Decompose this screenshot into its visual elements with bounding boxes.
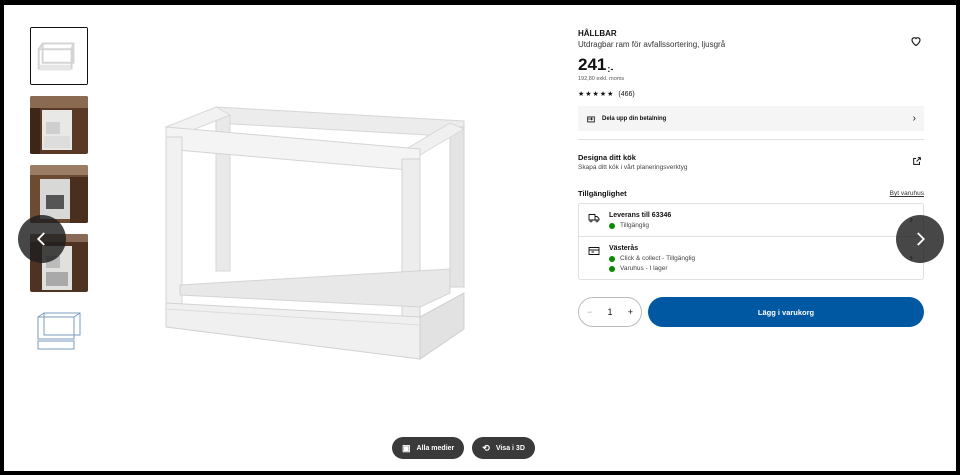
- product-price: 241:-: [578, 55, 614, 74]
- status-dot: [609, 255, 615, 262]
- quantity-stepper: − 1 +: [578, 297, 642, 327]
- delivery-row[interactable]: Leverans till 63346 Tillgänglig ›: [579, 204, 923, 236]
- product-description: Utdragbar ram för avfallssortering, ljus…: [578, 40, 726, 49]
- rating-stars: ★★★★★: [578, 91, 615, 98]
- rotate-3d-icon: ⟲: [482, 442, 490, 453]
- price-ex-vat: 192,80 exkl. moms: [578, 76, 625, 82]
- store-row[interactable]: Västerås Click & collect - Tillgänglig V…: [579, 236, 923, 279]
- heart-icon[interactable]: [910, 35, 922, 47]
- chevron-left-icon: [36, 232, 45, 246]
- thumbnail-list: [30, 27, 92, 372]
- previous-image-button[interactable]: [18, 215, 66, 263]
- product-page: ▣ Alla medier ⟲ Visa i 3D HÅLLBAR Utdrag…: [4, 5, 956, 471]
- product-brand: HÅLLBAR: [578, 29, 617, 38]
- increase-button[interactable]: +: [628, 307, 633, 317]
- add-to-cart-button[interactable]: Lägg i varukorg: [648, 297, 924, 327]
- product-image: [154, 97, 474, 367]
- thumbnail-2[interactable]: [30, 96, 88, 154]
- chevron-right-icon: ›: [912, 113, 916, 124]
- thumbnail-5[interactable]: [30, 303, 88, 361]
- truck-icon: [588, 214, 600, 223]
- all-media-button[interactable]: ▣ Alla medier: [392, 437, 465, 459]
- add-to-cart-section: − 1 + Lägg i varukorg: [578, 297, 924, 327]
- view-3d-button[interactable]: ⟲ Visa i 3D: [472, 437, 535, 459]
- split-payment-banner[interactable]: Dela upp din betalning ›: [578, 106, 924, 131]
- product-info: HÅLLBAR Utdragbar ram för avfallssorteri…: [578, 29, 924, 327]
- decrease-button[interactable]: −: [587, 307, 592, 317]
- gallery-icon: ▣: [402, 442, 411, 453]
- chevron-right-icon: [917, 232, 926, 246]
- divider: [578, 139, 924, 140]
- status-dot: [609, 265, 615, 272]
- external-link-icon: [913, 157, 921, 165]
- thumbnail-1[interactable]: [30, 27, 88, 85]
- availability-box: Leverans till 63346 Tillgänglig › Väster…: [578, 203, 924, 280]
- status-dot: [609, 222, 615, 229]
- rating-count: (466): [618, 90, 635, 98]
- media-buttons: ▣ Alla medier ⟲ Visa i 3D: [392, 437, 535, 459]
- quantity-value: 1: [607, 307, 613, 317]
- store-icon: [588, 247, 600, 255]
- payment-icon: [587, 116, 595, 122]
- next-image-button[interactable]: [896, 215, 944, 263]
- change-store-link[interactable]: Byt varuhus: [890, 190, 924, 197]
- availability-header: Tillgänglighet Byt varuhus: [578, 189, 924, 198]
- design-kitchen-link[interactable]: Designa ditt kök Skapa ditt kök i vårt p…: [578, 153, 924, 171]
- product-rating[interactable]: ★★★★★ (466): [578, 90, 924, 99]
